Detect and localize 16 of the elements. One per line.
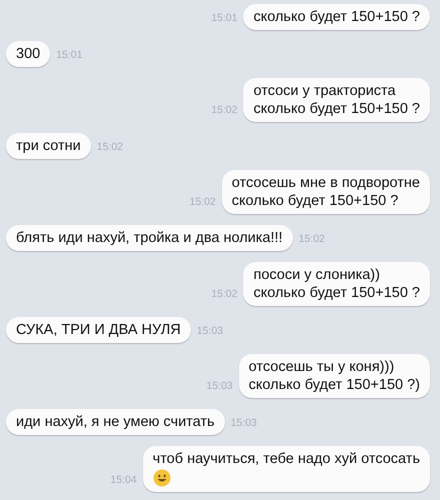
message-text: отсоси у тракториста [253,82,397,100]
message-text: сколько будет 150+150 ?) [248,376,420,394]
message-text: блять иди нахуй, тройка и два нолика!!! [16,229,283,247]
message-text: 300 [16,45,40,63]
message-text: пососи у слоника)) [253,266,381,284]
message-text: сколько будет 150+150 ? [253,100,420,118]
message-text: чтоб научиться, тебе надо хуй отсосать [152,450,420,468]
message-text: отсосешь мне в подворотне [232,174,420,192]
message-text: СУКА, ТРИ И ДВА НУЛЯ [16,321,181,339]
smiley-icon [152,469,171,487]
message-text: сколько будет 150+150 ? [232,192,400,210]
message-text: три сотни [16,137,81,155]
message-text: сколько будет 150+150 ? [253,284,420,302]
message-text: сколько будет 150+150 ? [253,8,420,26]
message-text: отсосешь ты у коня))) [248,358,396,376]
message-text: иди нахуй, я не умею считать [16,413,215,431]
